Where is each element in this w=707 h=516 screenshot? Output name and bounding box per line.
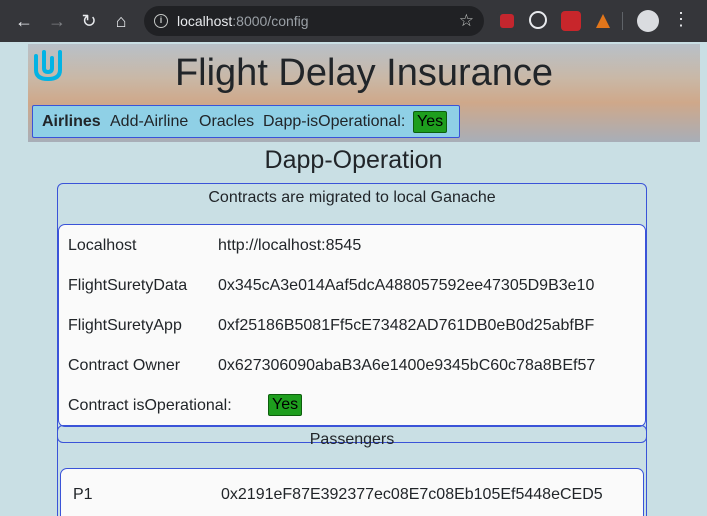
toolbar-divider [622,12,623,30]
row-label-contract-owner: Contract Owner [68,357,181,374]
nav-operational-label: Dapp-isOperational: [263,113,406,130]
row-value-app-contract: 0xf25186B5081Ff5cE73482AD761DB0eB0d25abf… [218,317,595,334]
extension-icon[interactable] [561,11,581,31]
site-info-icon[interactable]: i [154,14,168,28]
nav-add-airline[interactable]: Add-Airline [110,113,188,131]
passengers-card: Passengers P1 0x2191eF87E392377ec08E7c08… [57,425,647,516]
row-label-data-contract: FlightSuretyData [68,277,188,294]
contract-operational-badge: Yes [268,394,303,416]
row-value-contract-owner: 0x627306090abaB3A6e1400e9345bC60c78a8BEf… [218,357,596,374]
top-navbar: Airlines Add-Airline Oracles Dapp-isOper… [32,105,460,138]
profile-avatar[interactable] [637,10,659,32]
menu-kebab-icon[interactable]: ⋮ [672,9,690,30]
row-label-localhost: Localhost [68,237,137,254]
page-heading: Dapp-Operation [264,146,443,174]
row-value-localhost: http://localhost:8545 [218,237,362,254]
passengers-card-title: Passengers [309,431,395,448]
row-label-app-contract: FlightSuretyApp [68,317,182,334]
row-value-data-contract: 0x345cA3e014Aaf5dcA488057592ee47305D9B3e… [218,277,595,294]
site-title: Flight Delay Insurance [174,52,554,94]
ublock-icon[interactable] [497,11,517,31]
url-text[interactable]: localhost:8000/config [177,13,309,29]
passengers-list: P1 0x2191eF87E392377ec08E7c08Eb105Ef5448… [60,468,644,516]
contracts-card-title: Contracts are migrated to local Ganache [208,189,496,206]
reload-icon[interactable]: ↻ [78,10,100,32]
address-bar[interactable]: i localhost:8000/config ☆ [144,6,484,36]
contracts-card: Contracts are migrated to local Ganache … [57,183,647,443]
dapp-operational-badge: Yes [413,111,448,133]
bookmark-star-icon[interactable]: ☆ [459,11,474,31]
nav-brand-airlines[interactable]: Airlines [42,113,101,131]
home-icon[interactable]: ⌂ [110,10,132,32]
row-label-passenger: P1 [73,486,93,503]
forward-icon[interactable]: → [46,10,68,32]
row-label-contract-operational: Contract isOperational: [68,397,232,414]
row-value-passenger: 0x2191eF87E392377ec08E7c08Eb105Ef5448eCE… [221,486,603,503]
header-banner: Flight Delay Insurance Airlines Add-Airl… [28,44,700,142]
contracts-list: Localhost http://localhost:8545 FlightSu… [58,224,646,427]
metamask-icon[interactable] [593,11,613,31]
nav-oracles[interactable]: Oracles [199,113,254,131]
browser-toolbar: ← → ↻ ⌂ i localhost:8000/config ☆ ⋮ [0,0,707,42]
speed-icon[interactable] [529,11,547,29]
back-icon[interactable]: ← [13,10,35,32]
